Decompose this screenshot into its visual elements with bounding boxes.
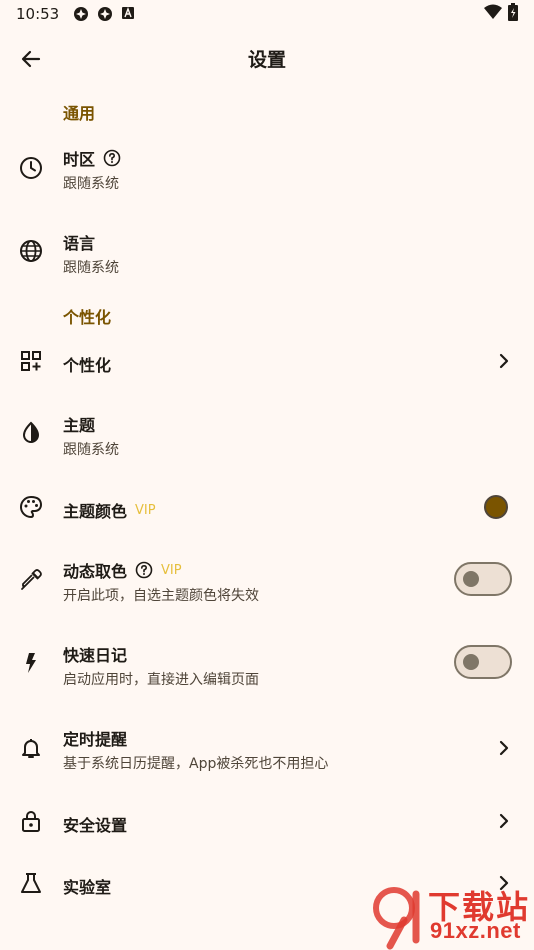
chevron-right-icon (496, 353, 512, 369)
section-header-general: 通用 (63, 104, 96, 123)
timezone-subtitle: 跟随系统 (63, 176, 119, 192)
quick-diary-title: 快速日记 (63, 646, 128, 665)
wifi-icon (484, 4, 502, 24)
reminder-subtitle: 基于系统日历提醒，App被杀死也不用担心 (63, 756, 329, 772)
back-arrow-icon[interactable] (16, 44, 46, 74)
globe-icon (19, 239, 43, 263)
vip-badge: VIP (135, 502, 156, 518)
section-header-personalize: 个性化 (63, 308, 112, 327)
watermark-logo: 下载站 91xz.net (364, 880, 534, 950)
settings-item-reminder[interactable]: 定时提醒 基于系统日历提醒，App被杀死也不用担心 (0, 714, 534, 786)
flask-icon (19, 871, 43, 895)
theme-color-title: 主题颜色 (63, 502, 128, 521)
personalize-title: 个性化 (63, 356, 112, 375)
settings-item-theme[interactable]: 主题 跟随系统 (0, 400, 534, 472)
quick-diary-subtitle: 启动应用时，直接进入编辑页面 (63, 672, 259, 688)
dynamic-color-title: 动态取色 (63, 562, 128, 581)
lock-icon (19, 809, 43, 833)
security-title: 安全设置 (63, 816, 128, 835)
battery-icon (508, 3, 518, 25)
settings-item-timezone[interactable]: 时区 跟随系统 (0, 134, 534, 206)
lab-title: 实验室 (63, 878, 112, 897)
widgets-icon (19, 349, 43, 373)
language-title: 语言 (63, 234, 96, 253)
settings-item-personalize[interactable]: 个性化 (0, 336, 534, 386)
app-notification-icon (97, 6, 113, 22)
bolt-icon (19, 651, 43, 675)
contrast-icon (19, 421, 43, 445)
watermark-en: 91xz.net (430, 918, 521, 943)
timezone-title: 时区 (63, 150, 96, 169)
theme-color-swatch[interactable] (484, 495, 508, 519)
top-app-bar: 设置 (0, 30, 534, 86)
clock-icon (19, 156, 43, 180)
language-subtitle: 跟随系统 (63, 260, 119, 276)
chevron-right-icon (496, 740, 512, 756)
settings-item-security[interactable]: 安全设置 (0, 798, 534, 846)
toggle-knob (463, 571, 479, 587)
app-notification-icon (73, 6, 89, 22)
toggle-knob (463, 654, 479, 670)
bell-icon (19, 736, 43, 760)
dynamic-color-subtitle: 开启此项，自选主题颜色将失效 (63, 588, 259, 604)
settings-item-language[interactable]: 语言 跟随系统 (0, 218, 534, 290)
chevron-right-icon (496, 813, 512, 829)
theme-title: 主题 (63, 416, 96, 435)
page-title: 设置 (247, 48, 286, 71)
colorize-icon (19, 568, 43, 592)
vip-badge: VIP (161, 562, 182, 578)
reminder-title: 定时提醒 (63, 730, 128, 749)
status-time: 10:53 (16, 5, 60, 23)
settings-item-dynamic-color[interactable]: 动态取色 VIP 开启此项，自选主题颜色将失效 (0, 546, 534, 618)
status-bar: 10:53 (0, 0, 534, 28)
quick-diary-toggle[interactable] (454, 645, 512, 679)
help-icon[interactable] (103, 149, 121, 167)
watermark-mark-icon (373, 887, 420, 950)
theme-subtitle: 跟随系统 (63, 442, 119, 458)
keyboard-notification-icon (121, 6, 137, 22)
help-icon[interactable] (135, 561, 153, 579)
settings-item-theme-color[interactable]: 主题颜色 VIP (0, 484, 534, 532)
palette-icon (19, 495, 43, 519)
dynamic-color-toggle[interactable] (454, 562, 512, 596)
settings-item-quick-diary[interactable]: 快速日记 启动应用时，直接进入编辑页面 (0, 630, 534, 702)
